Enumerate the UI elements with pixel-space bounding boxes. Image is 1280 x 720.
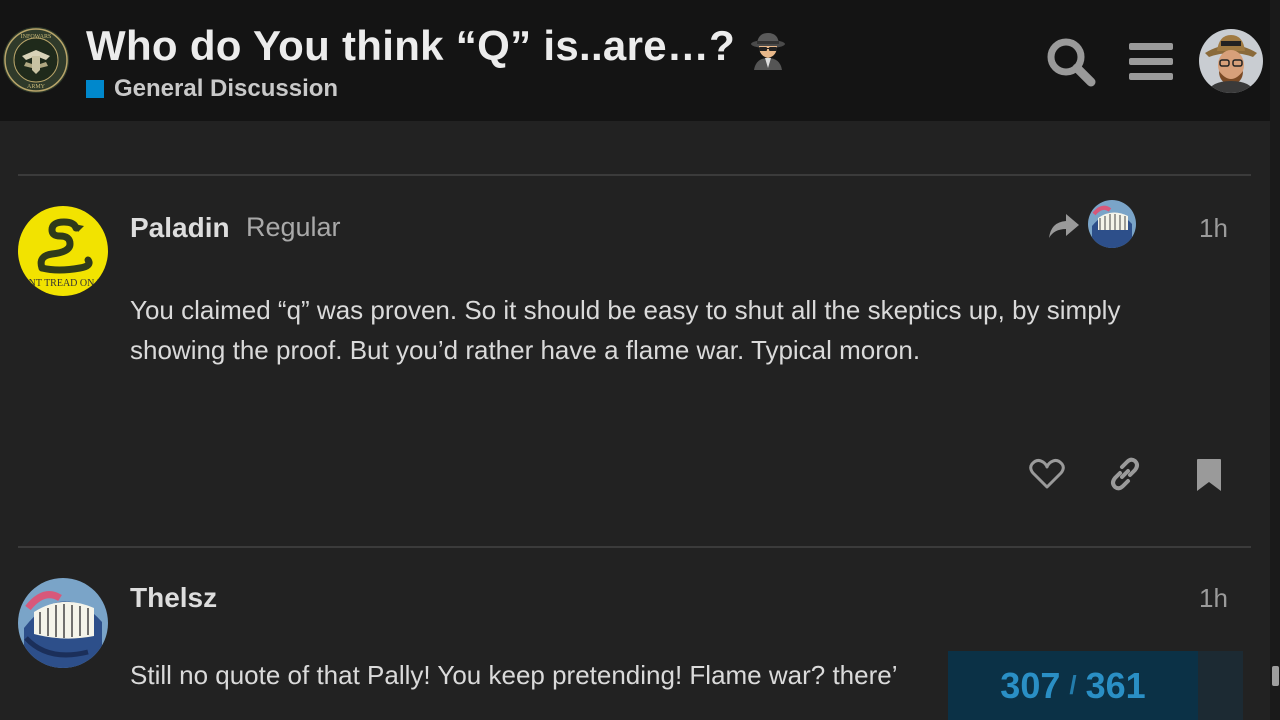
post-avatar-paladin[interactable]: DONT TREAD ON ME <box>18 206 108 296</box>
site-header: INFOWARS ARMY Who do You think “Q” is..a… <box>0 0 1270 121</box>
link-icon <box>1111 457 1139 491</box>
topic-title[interactable]: Who do You think “Q” is..are…? <box>86 22 735 70</box>
post-body-line: You claimed “q” was proven. So it should… <box>130 295 1121 325</box>
post-user-title: Regular <box>246 212 341 242</box>
post-body: You claimed “q” was proven. So it should… <box>130 290 1120 370</box>
svg-text:INFOWARS: INFOWARS <box>21 34 52 40</box>
avatar-motto: DONT TREAD ON ME <box>18 278 108 289</box>
current-user-avatar[interactable] <box>1199 29 1263 93</box>
progress-total: 361 <box>1085 664 1146 706</box>
post-body-line: showing the proof. But you’d rather have… <box>130 335 921 365</box>
post-divider <box>18 546 1251 548</box>
category-name: General Discussion <box>114 75 339 102</box>
post-username[interactable]: Paladin <box>130 212 230 244</box>
like-button[interactable] <box>1029 458 1065 495</box>
bookmark-button[interactable] <box>1196 458 1222 497</box>
venom-avatar-icon <box>1088 200 1136 248</box>
reply-to-avatar[interactable] <box>1088 200 1136 248</box>
topic-progress[interactable]: 307 / 361 <box>948 651 1198 720</box>
progress-current: 307 <box>1000 664 1061 706</box>
svg-text:ARMY: ARMY <box>27 84 46 90</box>
progress-expand[interactable] <box>1198 651 1243 720</box>
hamburger-menu-icon <box>1129 43 1173 80</box>
scrollbar-track[interactable] <box>1270 0 1280 720</box>
user-avatar-icon <box>1199 29 1263 93</box>
post-divider <box>18 174 1251 176</box>
category-badge <box>86 80 104 98</box>
post-date[interactable]: 1h <box>1199 213 1228 244</box>
progress-separator: / <box>1069 670 1077 700</box>
post-username[interactable]: Thelsz <box>130 582 217 614</box>
search-icon <box>1047 38 1096 87</box>
post-date[interactable]: 1h <box>1199 583 1228 614</box>
search-button[interactable] <box>1044 36 1098 88</box>
category-link[interactable]: General Discussion <box>86 75 339 102</box>
post-body-line: Still no quote of that Pally! You keep p… <box>130 660 898 690</box>
bookmark-icon <box>1197 459 1221 491</box>
copy-link-button[interactable] <box>1107 456 1143 497</box>
reply-to-indicator[interactable] <box>1048 212 1080 245</box>
hamburger-menu-button[interactable] <box>1127 40 1175 84</box>
spy-icon <box>748 30 788 72</box>
site-logo[interactable]: INFOWARS ARMY <box>2 26 70 94</box>
scrollbar-thumb[interactable] <box>1272 666 1279 686</box>
post-avatar-thelsz[interactable] <box>18 578 108 668</box>
post-body: Still no quote of that Pally! You keep p… <box>130 655 897 695</box>
venom-avatar-icon <box>18 578 108 668</box>
gadsden-flag-avatar-icon: DONT TREAD ON ME <box>18 206 108 296</box>
reply-arrow-icon <box>1049 214 1079 238</box>
heart-icon <box>1029 458 1065 489</box>
infowars-army-logo-icon: INFOWARS ARMY <box>3 27 69 93</box>
